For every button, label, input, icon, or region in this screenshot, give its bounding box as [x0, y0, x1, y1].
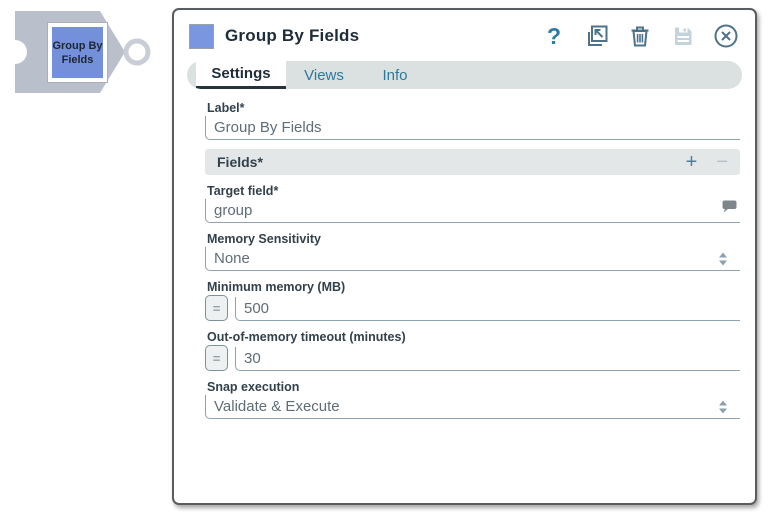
tab-bar-cap	[187, 61, 196, 89]
help-icon: ?	[547, 25, 561, 48]
snap-output-terminal[interactable]	[126, 41, 148, 63]
oom-timeout-label: Out-of-memory timeout (minutes)	[207, 330, 740, 344]
dialog-toolbar: ?	[541, 23, 739, 49]
tab-settings[interactable]: Settings	[196, 61, 286, 89]
snap-node-group-by-fields[interactable]: Group By Fields	[0, 0, 170, 112]
save-button[interactable]	[670, 23, 696, 49]
memory-sensitivity-select[interactable]: None	[205, 247, 740, 271]
spinner-down-icon	[719, 260, 727, 265]
label-field-label: Label*	[207, 101, 740, 115]
close-icon	[713, 23, 739, 49]
snap-execution-label: Snap execution	[207, 380, 740, 394]
snap-label-line1: Group By	[52, 40, 103, 52]
expression-toggle-button[interactable]: =	[205, 295, 228, 321]
trash-icon	[628, 24, 652, 48]
save-icon	[671, 24, 695, 48]
dialog-header: Group By Fields ?	[174, 10, 755, 55]
tab-views[interactable]: Views	[286, 61, 362, 89]
help-button[interactable]: ?	[541, 23, 567, 49]
snap-execution-value: Validate & Execute	[214, 398, 340, 415]
settings-form: Label* Fields* + − Target field* Memory …	[174, 89, 755, 419]
spinner-up-icon	[719, 400, 727, 405]
expression-toggle-button[interactable]: =	[205, 345, 228, 371]
snap-settings-dialog: Group By Fields ?	[172, 8, 757, 505]
export-button[interactable]	[584, 23, 610, 49]
minimum-memory-label: Minimum memory (MB)	[207, 280, 740, 294]
snap-icon-square	[50, 25, 105, 80]
comment-bubble-icon[interactable]	[722, 200, 737, 218]
dialog-title: Group By Fields	[225, 26, 359, 46]
export-icon	[585, 24, 609, 48]
tab-info[interactable]: Info	[362, 61, 428, 89]
spinner-down-icon	[719, 408, 727, 413]
close-button[interactable]	[713, 23, 739, 49]
target-field-input[interactable]	[205, 199, 740, 223]
canvas: Group By Fields Group By Fields ?	[0, 0, 772, 514]
memory-sensitivity-label: Memory Sensitivity	[207, 232, 740, 246]
snap-execution-select[interactable]: Validate & Execute	[205, 395, 740, 419]
label-input[interactable]	[205, 116, 740, 140]
select-spinner	[719, 252, 727, 265]
remove-row-button[interactable]: −	[716, 152, 728, 172]
target-field-label: Target field*	[207, 184, 740, 198]
snap-type-icon	[189, 24, 214, 49]
oom-timeout-input[interactable]	[235, 347, 740, 371]
delete-button[interactable]	[627, 23, 653, 49]
dialog-tab-bar: Settings Views Info	[187, 61, 742, 89]
spinner-up-icon	[719, 252, 727, 257]
snap-label-line2: Fields	[62, 54, 94, 66]
select-spinner	[719, 400, 727, 413]
add-row-button[interactable]: +	[686, 152, 698, 172]
fields-section-title: Fields*	[217, 154, 263, 170]
minimum-memory-input[interactable]	[235, 297, 740, 321]
fields-section-header: Fields* + −	[205, 149, 740, 175]
memory-sensitivity-value: None	[214, 250, 250, 267]
